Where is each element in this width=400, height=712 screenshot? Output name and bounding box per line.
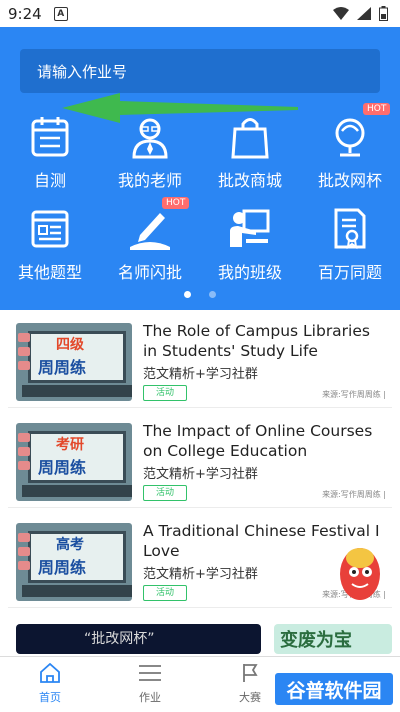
clock: 9:24 [8,4,42,23]
search-placeholder: 请输入作业号 [37,62,128,81]
feature-label: 批改网杯 [317,171,382,190]
list-item[interactable]: 四级 周周练 The Role of Campus Libraries in S… [8,315,392,408]
feature-my-class[interactable]: 我的班级 [200,207,300,283]
signal-icon [357,7,371,20]
thumbnail-text: 周周练 [38,358,87,377]
article-thumbnail: 高考 周周练 [16,523,132,601]
feature-label: 自测 [33,171,66,190]
promo-banner-contest[interactable]: “批改网杯” [16,624,261,654]
article-thumbnail: 四级 周周练 [16,323,132,401]
thumbnail-text: 考研 [56,437,84,453]
article-thumbnail: 考研 周周练 [16,423,132,501]
pen-paper-icon [130,213,170,250]
home-icon [40,662,60,683]
mascot-icon[interactable] [330,538,386,608]
feature-correction-store[interactable]: 批改商城 [200,115,300,191]
thumbnail-text: 四级 [56,337,84,353]
feature-label: 我的班级 [217,263,282,282]
battery-icon [379,6,388,21]
calendar-icon [31,117,69,157]
article-subtitle: 范文精析+学习社群 [143,467,258,482]
feature-label: 批改商城 [217,171,282,190]
thumbnail-text: 周周练 [38,458,87,477]
carousel-indicator [0,291,400,298]
notification-icon: A [53,6,68,21]
teacher-icon [132,118,168,159]
thumbnail-text: 高考 [56,537,84,553]
tab-label: 作业 [139,691,161,704]
carousel-dot-active[interactable] [184,291,191,298]
article-source: 来源:写作周周练 | [322,490,386,499]
search-input[interactable]: 请输入作业号 [20,49,380,93]
feature-quick-review[interactable]: HOT 名师闪批 [100,197,200,283]
article-title: The Impact of Online Courses on College … [143,422,373,460]
promo-banners: “批改网杯” 变废为宝 [16,624,392,654]
trophy-icon [335,118,365,157]
classroom-icon [230,209,270,247]
banner-text: 变废为宝 [280,630,352,651]
carousel-dot[interactable] [209,291,216,298]
feature-self-test[interactable]: 自测 [0,115,100,191]
activity-tag: 活动 [143,585,187,601]
thumbnail-text: 周周练 [38,558,87,577]
tab-homework[interactable]: 作业 [110,663,190,705]
status-bar: 9:24 A [0,0,400,27]
feature-million-questions[interactable]: 百万同题 [300,207,400,283]
document-list-icon [31,210,69,248]
feature-correction-cup[interactable]: HOT 批改网杯 [300,103,400,191]
promo-banner-recycle[interactable]: 变废为宝 [274,624,392,654]
feature-label: 其他题型 [17,263,82,282]
feature-label: 百万同题 [317,263,382,282]
banner-text: “批改网杯” [84,631,155,647]
feature-label: 名师闪批 [117,263,182,282]
wifi-icon [333,7,349,20]
flag-icon [243,664,258,682]
hot-badge: HOT [162,197,190,209]
hot-badge: HOT [363,103,391,115]
activity-tag: 活动 [143,385,187,401]
activity-tag: 活动 [143,485,187,501]
hero-panel: 请输入作业号 自测 我的老师 批改商城 HOT 批改网杯 其他题型 HOT 名师… [0,27,400,310]
article-subtitle: 范文精析+学习社群 [143,367,258,382]
list-item[interactable]: 考研 周周练 The Impact of Online Courses on C… [8,415,392,508]
feature-other-types[interactable]: 其他题型 [0,207,100,283]
tab-label: 首页 [39,691,61,704]
watermark-logo: 谷普软件园 [275,673,393,705]
feature-label: 我的老师 [117,171,182,190]
tab-home[interactable]: 首页 [10,662,90,705]
menu-lines-icon [139,665,161,681]
article-source: 来源:写作周周练 | [322,390,386,399]
article-subtitle: 范文精析+学习社群 [143,567,258,582]
feature-my-teacher[interactable]: 我的老师 [100,115,200,191]
article-title: The Role of Campus Libraries in Students… [143,322,370,360]
shopping-bag-icon [231,118,269,159]
certificate-icon [334,208,366,250]
